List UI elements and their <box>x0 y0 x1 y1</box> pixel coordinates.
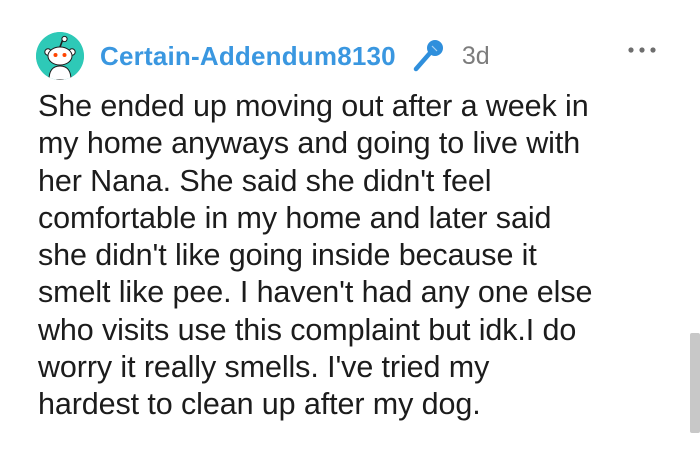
reddit-snoo-avatar-icon <box>36 32 84 80</box>
more-options-icon[interactable] <box>622 42 662 58</box>
user-avatar[interactable] <box>36 32 84 80</box>
scrollbar-thumb[interactable] <box>690 333 700 433</box>
username-link[interactable]: Certain-Addendum8130 <box>100 41 396 72</box>
comment-timestamp: 3d <box>461 41 490 70</box>
microphone-icon <box>408 36 448 76</box>
comment-header: Certain-Addendum8130 3d <box>36 32 490 80</box>
comment: Certain-Addendum8130 3d She ended up mov… <box>0 0 700 469</box>
comment-body: She ended up moving out after a week in … <box>38 89 593 422</box>
